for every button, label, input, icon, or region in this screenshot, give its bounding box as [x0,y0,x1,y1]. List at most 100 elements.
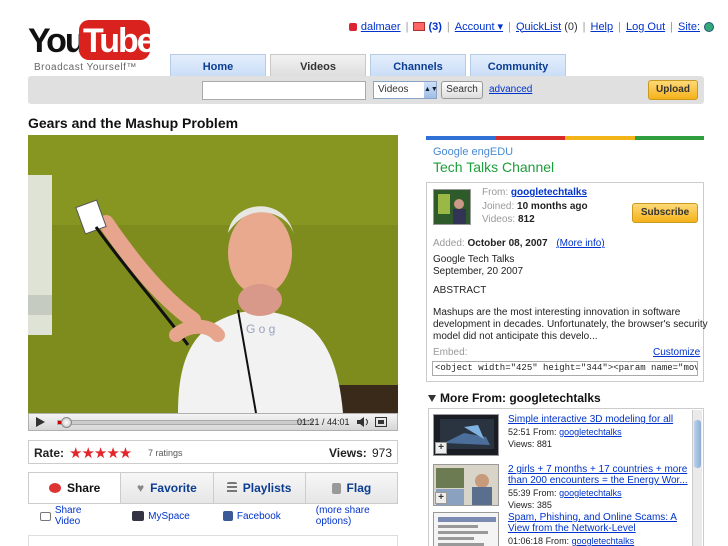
rate-label: Rate: [34,446,65,460]
list-item[interactable]: + 2 girls + 7 months + 17 countries + mo… [429,461,691,510]
svg-text:G o g: G o g [246,322,275,336]
tab-home[interactable]: Home [170,54,266,78]
separator: | [582,20,586,33]
related-thumbnail[interactable]: + [433,464,499,506]
separator: | [508,20,511,33]
related-channel-link[interactable]: googletechtalks [572,536,635,546]
embed-code-field[interactable]: <object width="425" height="344"><param … [432,361,698,376]
related-meta: 52:51 From: googletechtalks [508,427,622,437]
separator: | [446,20,450,33]
logo-tube-box: Tube [79,20,156,60]
user-icon [348,22,357,31]
related-channel-link[interactable]: googletechtalks [559,488,622,498]
myspace-link[interactable]: MySpace [132,511,190,522]
progress-thumb[interactable] [60,417,72,428]
volume-icon[interactable] [357,417,369,427]
more-from-header[interactable]: More From: googletechtalks [428,391,601,405]
help-link[interactable]: Help [591,21,614,33]
separator: | [670,20,673,33]
related-title[interactable]: 2 girls + 7 months + 17 countries + more… [508,464,688,486]
myspace-icon [132,511,145,521]
search-bar: Videos ▲▼ Search advanced Upload [28,76,704,104]
channel-from-link[interactable]: googletechtalks [511,187,587,198]
comments-box-edge [28,535,398,546]
related-channel-link[interactable]: googletechtalks [559,427,622,437]
videos-label: Videos: [482,214,516,225]
tab-share[interactable]: Share [29,473,121,503]
related-title[interactable]: Spam, Phishing, and Online Scams: A View… [508,512,688,534]
collapse-triangle-icon[interactable] [428,395,436,402]
select-arrows-icon: ▲▼ [424,82,438,98]
username-link[interactable]: dalmaer [361,21,401,33]
logout-link[interactable]: Log Out [626,21,665,33]
related-thumbnail[interactable] [433,512,499,546]
more-info-link[interactable]: (More info) [556,238,604,249]
account-menu[interactable]: Account ▾ [455,20,503,33]
tab-playlists-label: Playlists [242,481,292,495]
subscribe-button[interactable]: Subscribe [632,203,698,223]
inbox-icon[interactable] [413,22,426,31]
flag-icon [331,482,341,494]
tab-flag[interactable]: Flag [304,473,397,503]
add-to-quicklist-icon[interactable]: + [435,492,447,504]
inbox-count[interactable]: (3) [428,21,441,33]
tab-videos[interactable]: Videos [270,54,366,78]
list-item[interactable]: Spam, Phishing, and Online Scams: A View… [429,509,691,546]
color-stripe-yellow [565,136,635,140]
facebook-link[interactable]: Facebook [222,510,281,522]
description-line: September, 20 2007 [433,266,524,277]
related-title[interactable]: Simple interactive 3D modeling for all [508,414,688,425]
search-input[interactable] [202,81,366,100]
search-category-value: Videos [378,84,409,95]
play-icon[interactable] [36,417,45,427]
add-to-quicklist-icon[interactable]: + [435,442,447,454]
tab-channels[interactable]: Channels [370,54,466,78]
related-scrollbar[interactable] [692,410,702,546]
tab-favorite[interactable]: ♥ Favorite [120,473,213,503]
description-line: model did not anticipate this develo... [433,331,598,342]
joined-value: 10 months ago [517,201,588,212]
quicklist-link[interactable]: QuickList [516,21,561,33]
channel-thumbnail[interactable] [433,189,471,225]
top-user-links: dalmaer | (3) | Account ▾ | QuickList (0… [348,20,714,33]
logo-tagline: Broadcast Yourself™ [34,62,137,73]
list-item[interactable]: + Simple interactive 3D modeling for all… [429,411,691,459]
search-category-select[interactable]: Videos ▲▼ [373,81,438,99]
from-label: From: [482,187,509,198]
advanced-search-link[interactable]: advanced [489,84,532,95]
related-thumbnail[interactable]: + [433,414,499,456]
related-videos-list: + Simple interactive 3D modeling for all… [428,408,704,546]
tab-community[interactable]: Community [470,54,566,78]
action-tabs: Share ♥ Favorite Playlists Flag [28,472,398,504]
facebook-label: Facebook [236,510,281,522]
ratings-count: 7 ratings [148,448,183,458]
tab-playlists[interactable]: Playlists [212,473,305,503]
share-video-link[interactable]: Share Video [40,505,103,527]
tab-favorite-label: Favorite [150,481,197,495]
scrollbar-thumb[interactable] [694,420,701,468]
fullscreen-icon[interactable] [375,417,387,427]
heart-icon: ♥ [136,481,145,495]
site-link[interactable]: Site: [678,21,700,33]
channel-joined: Joined: 10 months ago [482,201,588,212]
video-player[interactable]: G o g [28,135,398,413]
youtube-logo[interactable]: You Tube Broadcast Yourself™ [28,20,156,73]
channel-thumbnail-image [434,190,470,224]
myspace-label: MySpace [148,510,190,522]
logo-tube-text: Tube [83,22,156,60]
globe-icon[interactable] [704,21,714,32]
related-views-label: Views: [508,439,535,449]
customize-link[interactable]: Customize [653,347,700,358]
progress-bar[interactable] [57,417,313,428]
related-meta: 55:39 From: googletechtalks [508,488,622,498]
brand-color-bar [426,136,704,140]
upload-button[interactable]: Upload [648,80,698,100]
more-share-options-link[interactable]: (more share options) [316,505,398,527]
share-video-label: Share Video [54,505,82,527]
channel-branding[interactable]: Google engEDU Tech Talks Channel [433,146,554,175]
facebook-icon [222,511,233,521]
share-icon [48,483,61,493]
related-views: Views: 881 [508,439,552,449]
search-button[interactable]: Search [441,81,483,99]
star-rating[interactable]: ★★★★★ [69,444,132,462]
